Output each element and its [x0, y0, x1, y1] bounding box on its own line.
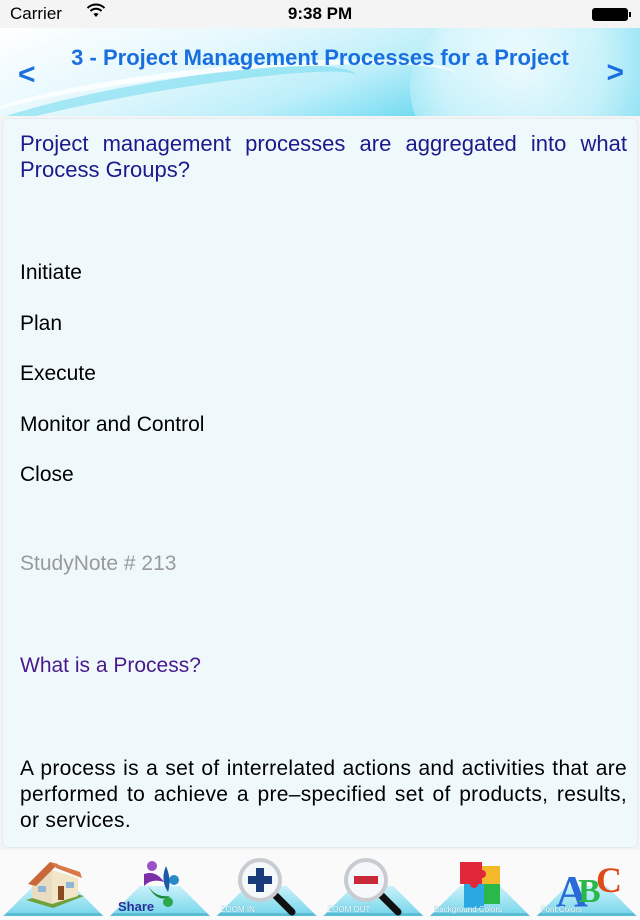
- house-icon: [26, 862, 85, 908]
- background-colors-button[interactable]: Background Colors: [428, 854, 532, 920]
- font-colors-label: Font Colors: [540, 905, 582, 914]
- section-heading: What is a Process?: [20, 653, 201, 677]
- status-bar: Carrier 9:38 PM: [0, 0, 640, 28]
- share-label: Share: [117, 899, 155, 914]
- question-text: Project management processes are aggrega…: [20, 131, 627, 182]
- option-item: Monitor and Control: [20, 412, 205, 436]
- home-button[interactable]: [1, 854, 105, 920]
- battery-icon: [592, 8, 631, 21]
- zoom-out-label: ZOOM OUT: [327, 905, 371, 914]
- bottom-toolbar: Share ZOOM IN ZOOM OUT Background Colors…: [0, 850, 640, 920]
- zoom-out-button[interactable]: ZOOM OUT: [321, 854, 425, 920]
- zoom-in-label: ZOOM IN: [220, 905, 255, 914]
- background-colors-label: Background Colors: [433, 905, 502, 914]
- option-item: Plan: [20, 311, 63, 335]
- study-content-panel[interactable]: Project management processes are aggrega…: [2, 118, 638, 848]
- option-item: Close: [20, 463, 74, 487]
- share-button[interactable]: Share: [108, 854, 212, 920]
- zoom-in-button[interactable]: ZOOM IN: [215, 854, 319, 920]
- next-topic-button[interactable]: >: [606, 56, 624, 90]
- study-note-number: StudyNote # 213: [20, 551, 177, 575]
- answer-paragraph: A process is a set of interrelated actio…: [20, 756, 627, 832]
- svg-text:C: C: [596, 860, 622, 900]
- clock: 9:38 PM: [287, 4, 353, 23]
- option-item: Execute: [20, 362, 96, 386]
- header-banner: < 3 - Project Management Processes for a…: [0, 28, 640, 116]
- page-title: 3 - Project Management Processes for a P…: [71, 45, 569, 70]
- previous-topic-button[interactable]: <: [18, 58, 36, 92]
- font-colors-button[interactable]: A B C Font Colors: [535, 854, 639, 920]
- option-item: Initiate: [20, 261, 82, 284]
- answer-options: Initiate Plan Execute Monitor and Contro…: [20, 261, 627, 514]
